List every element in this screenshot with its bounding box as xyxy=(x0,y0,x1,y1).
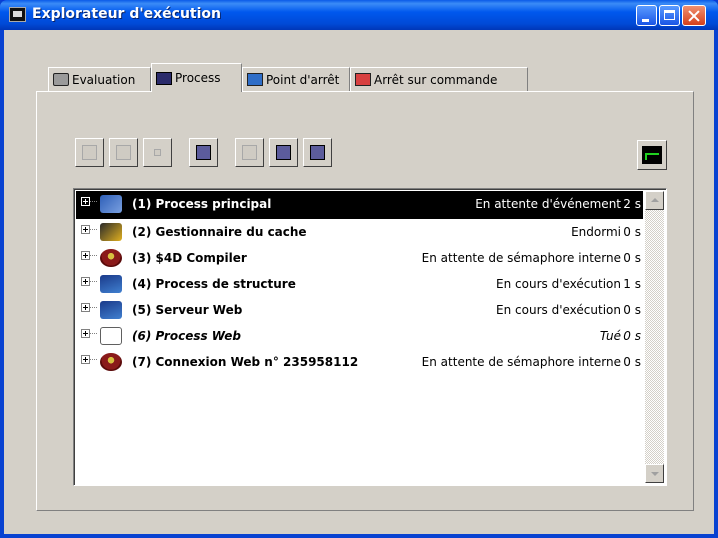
process-name: (2) Gestionnaire du cache xyxy=(132,225,307,239)
expand-icon[interactable] xyxy=(81,225,90,234)
tree-connector xyxy=(90,201,97,202)
abort-process-button[interactable] xyxy=(75,138,104,167)
tree-connector xyxy=(90,359,97,360)
title-bar[interactable]: Explorateur d'exécution xyxy=(0,0,718,30)
tree-connector xyxy=(90,255,97,256)
list-item[interactable]: (5) Serveur Web En cours d'exécution 0 s xyxy=(76,297,643,323)
list-item[interactable]: (2) Gestionnaire du cache Endormi 0 s xyxy=(76,219,643,245)
pause-process-icon xyxy=(116,145,131,160)
evaluation-icon xyxy=(53,73,69,86)
expand-icon[interactable] xyxy=(81,197,90,206)
web-server-icon xyxy=(100,301,122,319)
tab-breakpoint-label: Point d'arrêt xyxy=(266,72,340,87)
list-item[interactable]: (6) Process Web Tué 0 s xyxy=(76,323,643,349)
process-name: (7) Connexion Web n° 235958112 xyxy=(132,355,359,369)
stop-process-button[interactable] xyxy=(143,138,172,167)
tree-connector xyxy=(90,333,97,334)
minimize-button[interactable] xyxy=(636,5,657,26)
expand-icon[interactable] xyxy=(81,303,90,312)
process-name: (6) Process Web xyxy=(132,329,241,343)
process-state: En attente de sémaphore interne xyxy=(421,251,621,265)
process-state: Endormi xyxy=(571,225,621,239)
monitor-button[interactable] xyxy=(637,140,667,170)
tab-process-label: Process xyxy=(175,71,221,85)
structure-process-icon xyxy=(100,275,122,293)
process-icon xyxy=(156,71,172,85)
tab-process[interactable]: Process xyxy=(151,63,242,92)
process-name: (1) Process principal xyxy=(132,197,272,211)
web-process-icon xyxy=(100,327,122,345)
process-time: 0 s xyxy=(623,225,641,239)
process-state: En attente de sémaphore interne xyxy=(421,355,621,369)
show-process-icon xyxy=(242,145,257,160)
scroll-down-button[interactable] xyxy=(645,464,664,483)
app-icon[interactable] xyxy=(9,7,26,22)
breakpoint-icon xyxy=(247,73,263,86)
show-process-button[interactable] xyxy=(235,138,264,167)
process-time: 0 s xyxy=(623,251,641,265)
tab-stop-on-command-label: Arrêt sur commande xyxy=(374,72,498,87)
process-state: En cours d'exécution xyxy=(496,303,621,317)
trace-process-icon xyxy=(196,145,211,160)
window-title: Explorateur d'exécution xyxy=(32,6,221,22)
tab-breakpoint[interactable]: Point d'arrêt xyxy=(242,67,350,91)
abort-process-icon xyxy=(82,145,97,160)
tree-connector xyxy=(90,307,97,308)
expand-icon[interactable] xyxy=(81,329,90,338)
activate-process-icon xyxy=(310,145,325,160)
process-state: Tué xyxy=(599,329,621,343)
maximize-button[interactable] xyxy=(659,5,680,26)
process-state: En attente d'événement xyxy=(475,197,621,211)
tab-evaluation-label: Evaluation xyxy=(72,72,136,87)
process-time: 1 s xyxy=(623,277,641,291)
activate-process-button[interactable] xyxy=(303,138,332,167)
scroll-up-button[interactable] xyxy=(645,191,664,210)
expand-icon[interactable] xyxy=(81,355,90,364)
hide-process-icon xyxy=(276,145,291,160)
stop-on-command-icon xyxy=(355,73,371,86)
compiler-icon xyxy=(100,249,122,267)
process-time: 0 s xyxy=(623,355,641,369)
list-item[interactable]: (4) Process de structure En cours d'exéc… xyxy=(76,271,643,297)
process-state: En cours d'exécution xyxy=(496,277,621,291)
stop-process-icon xyxy=(154,149,161,156)
process-rows: (1) Process principal En attente d'événe… xyxy=(76,191,643,375)
process-list[interactable]: (1) Process principal En attente d'événe… xyxy=(73,188,667,486)
process-time: 2 s xyxy=(623,197,641,211)
trace-process-button[interactable] xyxy=(189,138,218,167)
tab-evaluation[interactable]: Evaluation xyxy=(48,67,151,91)
list-item[interactable]: (1) Process principal En attente d'événe… xyxy=(76,191,643,219)
monitor-icon xyxy=(642,146,662,164)
vertical-scrollbar[interactable] xyxy=(645,191,664,483)
process-name: (3) $4D Compiler xyxy=(132,251,247,265)
tree-connector xyxy=(90,281,97,282)
web-connection-icon xyxy=(100,353,122,371)
tab-stop-on-command[interactable]: Arrêt sur commande xyxy=(350,67,528,91)
principal-process-icon xyxy=(100,195,122,213)
cache-manager-icon xyxy=(100,223,122,241)
process-time: 0 s xyxy=(623,329,641,343)
list-item[interactable]: (3) $4D Compiler En attente de sémaphore… xyxy=(76,245,643,271)
expand-icon[interactable] xyxy=(81,277,90,286)
close-button[interactable] xyxy=(682,5,706,26)
process-time: 0 s xyxy=(623,303,641,317)
process-name: (5) Serveur Web xyxy=(132,303,243,317)
pause-process-button[interactable] xyxy=(109,138,138,167)
list-item[interactable]: (7) Connexion Web n° 235958112 En attent… xyxy=(76,349,643,375)
expand-icon[interactable] xyxy=(81,251,90,260)
tree-connector xyxy=(90,229,97,230)
hide-process-button[interactable] xyxy=(269,138,298,167)
process-name: (4) Process de structure xyxy=(132,277,296,291)
